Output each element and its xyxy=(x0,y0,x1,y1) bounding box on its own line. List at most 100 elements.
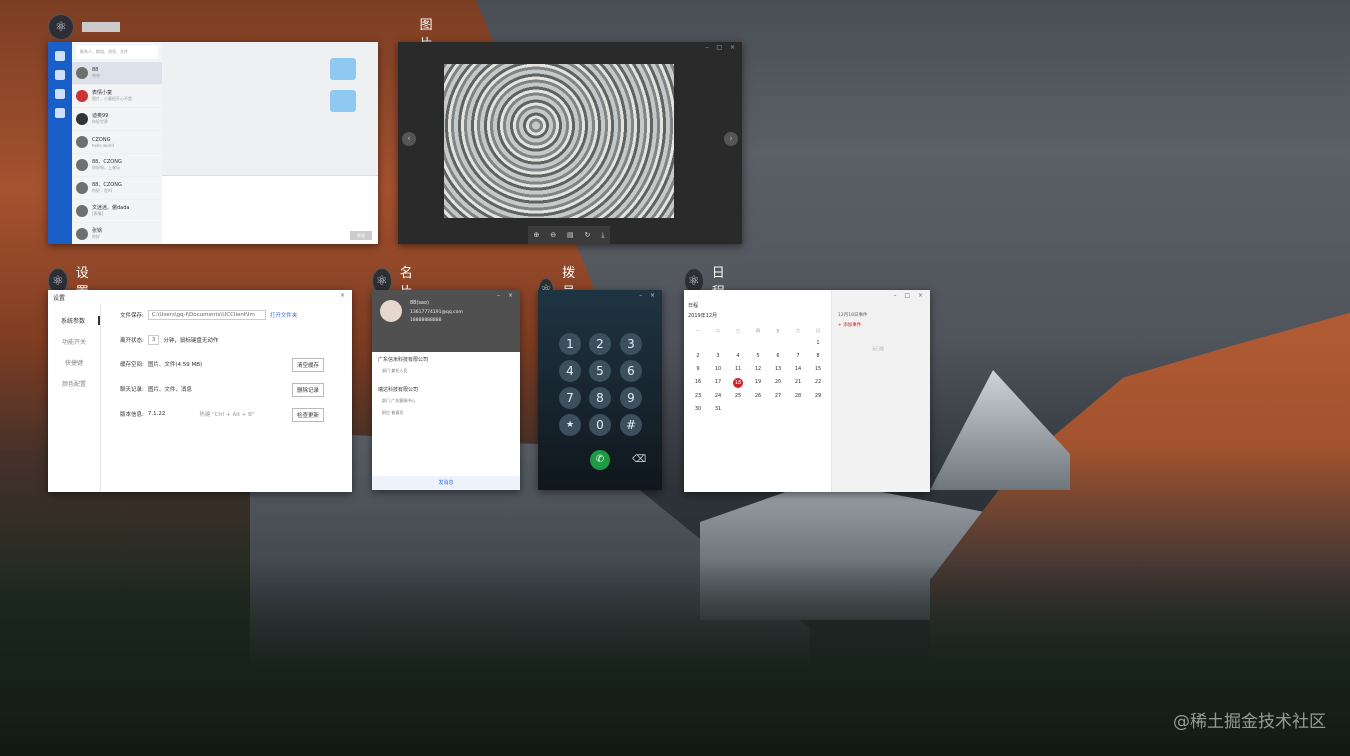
calendar-day[interactable]: 13 xyxy=(768,365,788,374)
list-item[interactable]: 迪奥99 你好世界 xyxy=(72,108,162,131)
calendar-day[interactable]: 28 xyxy=(788,392,808,401)
dial-key-hash[interactable]: # xyxy=(620,414,642,436)
nav-item-system[interactable]: 系统参数 xyxy=(48,316,100,325)
calendar-day[interactable]: 8 xyxy=(808,352,828,361)
calendar-day[interactable]: 1 xyxy=(808,339,828,348)
calendar-day[interactable]: 26 xyxy=(748,392,768,401)
apps-icon xyxy=(55,108,65,118)
fit-icon[interactable]: ▤ xyxy=(567,231,574,239)
viewer-thumbnail[interactable]: – □ × ‹ › ⊕ ⊖ ▤ ↻ ⤓ xyxy=(398,42,742,244)
backspace-icon[interactable]: ⌫ xyxy=(632,454,646,465)
calendar-day[interactable]: 9 xyxy=(688,365,708,374)
prev-icon[interactable]: ‹ xyxy=(402,132,416,146)
send-button[interactable]: 发送 xyxy=(350,231,372,240)
window-controls[interactable]: – × xyxy=(639,292,658,299)
window-controls[interactable]: – × xyxy=(497,292,516,299)
calendar-day[interactable]: 30 xyxy=(688,405,708,414)
calendar-day[interactable]: 12 xyxy=(748,365,768,374)
calendar-day[interactable]: 22 xyxy=(808,378,828,387)
settings-window-title: 设置 xyxy=(53,295,66,302)
next-icon[interactable]: › xyxy=(724,132,738,146)
search-input[interactable]: 联系人、群组、消息、文件 xyxy=(76,45,158,59)
calendar-day[interactable]: 17 xyxy=(708,378,728,387)
calendar-day[interactable]: 7 xyxy=(788,352,808,361)
list-item[interactable]: 88 哈哈 xyxy=(72,62,162,85)
version-value: 7.1.22 xyxy=(147,411,166,417)
label: 部门 xyxy=(382,368,390,373)
dial-key-4[interactable]: 4 xyxy=(559,360,581,382)
calendar-day[interactable]: 3 xyxy=(708,352,728,361)
settings-nav: 系统参数 功能开关 快捷键 颜色配置 xyxy=(48,304,101,492)
calendar-thumbnail[interactable]: 日程 2019年12月 一二三四五六日 1 2 3 4 5 6 7 8 9 10 11 12 13 14 15… xyxy=(684,290,930,492)
avatar xyxy=(380,300,402,322)
department: 广东客服中心 xyxy=(391,398,416,403)
avatar xyxy=(76,205,88,217)
calendar-day[interactable]: 5 xyxy=(748,352,768,361)
calendar-day[interactable]: 23 xyxy=(688,392,708,401)
window-controls[interactable]: – □ × xyxy=(893,292,926,299)
calendar-day[interactable]: 14 xyxy=(788,365,808,374)
calendar-day[interactable]: 10 xyxy=(708,365,728,374)
list-item[interactable]: 88、CZONG 你好呀，上来玩 xyxy=(72,154,162,177)
list-item[interactable]: 文迷迷、傲dada [表情] xyxy=(72,200,162,223)
dial-key-1[interactable]: 1 xyxy=(559,333,581,355)
dial-key-9[interactable]: 9 xyxy=(620,387,642,409)
dial-key-8[interactable]: 8 xyxy=(589,387,611,409)
zoom-in-icon[interactable]: ⊕ xyxy=(533,231,539,239)
nav-item-features[interactable]: 功能开关 xyxy=(48,337,100,346)
calendar-day[interactable]: 2 xyxy=(688,352,708,361)
company-name: 广东信米科技有限公司 xyxy=(378,357,429,363)
month-selector[interactable]: 2019年12月 xyxy=(688,312,717,319)
settings-thumbnail[interactable]: 设置 × 系统参数 功能开关 快捷键 颜色配置 文件保存: C:\Users\g… xyxy=(48,290,352,492)
message-input[interactable]: 发送 xyxy=(162,175,378,244)
department: 兼任人员 xyxy=(391,368,408,373)
empty-cell xyxy=(748,339,768,348)
zoom-out-icon[interactable]: ⊖ xyxy=(550,231,556,239)
calendar-day[interactable]: 24 xyxy=(708,392,728,401)
contacts-icon xyxy=(55,89,65,99)
chat-thumbnail[interactable]: 联系人、群组、消息、文件 88 哈哈 表情小童 图片，小童很开心不是 迪奥99 你好世… xyxy=(48,42,378,244)
calendar-day[interactable]: 29 xyxy=(808,392,828,401)
card-thumbnail[interactable]: – × 88(sao) 13617774191@qq.com 188888888… xyxy=(372,290,520,490)
dialer-thumbnail[interactable]: – × 1 2 3 4 5 6 7 8 9 ★ 0 # ✆ ⌫ xyxy=(538,290,662,490)
calendar-day[interactable]: 21 xyxy=(788,378,808,387)
check-update-button[interactable]: 检查更新 xyxy=(291,408,324,422)
calendar-day[interactable]: 4 xyxy=(728,352,748,361)
call-button[interactable]: ✆ xyxy=(590,450,610,470)
away-minutes-input[interactable]: 3 xyxy=(147,335,160,345)
nav-item-shortcuts[interactable]: 快捷键 xyxy=(48,358,100,367)
clear-cache-button[interactable]: 清空缓存 xyxy=(291,358,324,372)
dial-key-7[interactable]: 7 xyxy=(559,387,581,409)
file-path-field[interactable]: C:\Users\gq-l\Documents\UCClient\Im xyxy=(147,310,266,320)
add-event-button[interactable]: + 添加事件 xyxy=(838,322,861,328)
send-message-button[interactable]: 发消息 xyxy=(372,476,520,490)
close-icon[interactable]: × xyxy=(340,292,348,299)
window-controls[interactable]: – □ × xyxy=(705,44,738,51)
list-item[interactable]: 88、CZONG 你好，在吗 xyxy=(72,177,162,200)
dial-key-3[interactable]: 3 xyxy=(620,333,642,355)
list-item[interactable]: CZONG hello world xyxy=(72,131,162,154)
download-icon[interactable]: ⤓ xyxy=(601,231,604,240)
calendar-day[interactable]: 27 xyxy=(768,392,788,401)
dial-key-5[interactable]: 5 xyxy=(589,360,611,382)
calendar-day[interactable]: 25 xyxy=(728,392,748,401)
calendar-day[interactable]: 18 xyxy=(733,378,743,388)
nav-item-colors[interactable]: 颜色配置 xyxy=(48,379,100,388)
open-folder-link[interactable]: 打开文件夹 xyxy=(270,311,298,319)
calendar-day[interactable]: 11 xyxy=(728,365,748,374)
list-item[interactable]: 张锅 你好 xyxy=(72,223,162,244)
calendar-day[interactable]: 6 xyxy=(768,352,788,361)
calendar-day[interactable]: 15 xyxy=(808,365,828,374)
event-panel: 12月18日事件 + 添加事件 无日程 xyxy=(831,290,930,492)
calendar-day[interactable]: 19 xyxy=(748,378,768,387)
dial-key-star[interactable]: ★ xyxy=(559,414,581,436)
calendar-day[interactable]: 20 xyxy=(768,378,788,387)
dial-key-6[interactable]: 6 xyxy=(620,360,642,382)
calendar-day[interactable]: 16 xyxy=(688,378,708,387)
dial-key-0[interactable]: 0 xyxy=(589,414,611,436)
calendar-day[interactable]: 31 xyxy=(708,405,728,414)
rotate-icon[interactable]: ↻ xyxy=(585,231,591,239)
list-item[interactable]: 表情小童 图片，小童很开心不是 xyxy=(72,85,162,108)
dial-key-2[interactable]: 2 xyxy=(589,333,611,355)
delete-history-button[interactable]: 删除记录 xyxy=(291,383,324,397)
